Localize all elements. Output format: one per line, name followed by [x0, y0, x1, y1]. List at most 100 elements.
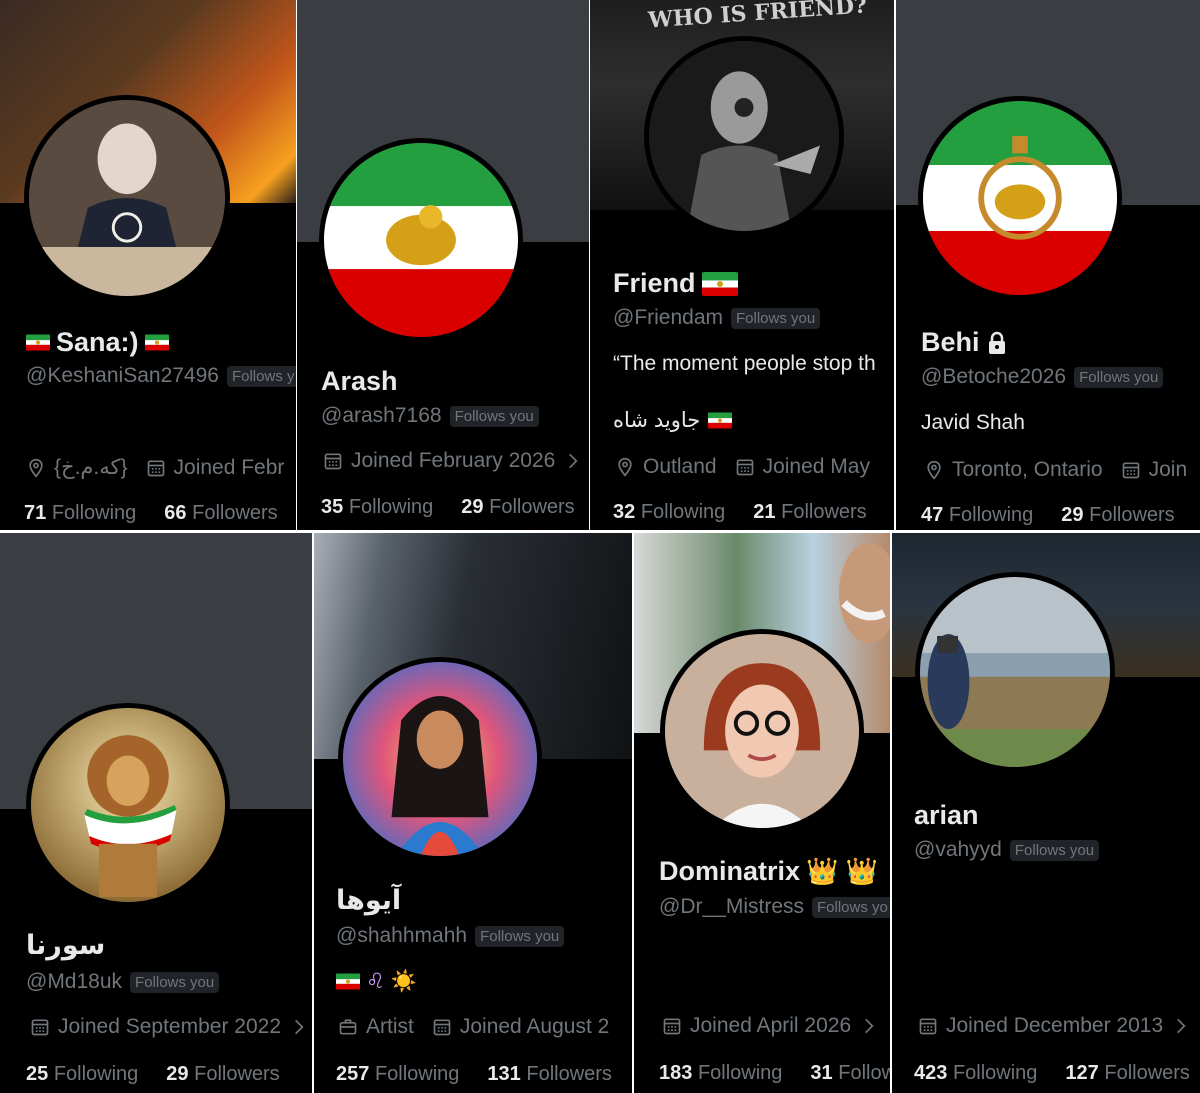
bio-persian-text: جاوید شاه: [613, 409, 701, 432]
profile-card-friend[interactable]: WHO IS FRIEND? Friend @Friendam Follows …: [590, 0, 894, 530]
joined-text: Join: [1148, 458, 1188, 481]
following-label: Following: [51, 502, 137, 524]
meta-row: Outland Joined May: [615, 455, 870, 479]
followers-count: 29: [1061, 504, 1084, 526]
chevron-right-icon[interactable]: [563, 451, 583, 471]
follows-you-badge: Follows yo: [812, 896, 890, 918]
handle-row: @KeshaniSan27496 Follows y: [26, 364, 296, 388]
followers-count: 29: [461, 496, 484, 518]
joined-text: Joined December 2013: [946, 1014, 1164, 1037]
followers-link[interactable]: 21 Followers: [753, 501, 866, 524]
handle[interactable]: @arash7168: [321, 404, 442, 428]
joined-date[interactable]: Joined December 2013: [918, 1014, 1191, 1038]
chevron-right-icon[interactable]: [289, 1017, 309, 1037]
avatar[interactable]: [660, 629, 864, 833]
grid-divider-vertical: [894, 0, 896, 530]
stats-row: 183 Following 31 Follow: [659, 1062, 890, 1085]
followers-label: Followers: [489, 496, 575, 518]
following-link[interactable]: 183 Following: [659, 1062, 782, 1085]
joined-text: Joined April 2026: [690, 1014, 852, 1037]
following-link[interactable]: 423 Following: [914, 1062, 1037, 1085]
location-pin-icon: [924, 460, 944, 480]
follows-you-badge: Follows you: [449, 405, 539, 427]
joined-text: Joined Febr: [173, 455, 285, 479]
followers-link[interactable]: 29 Followers: [1061, 504, 1174, 527]
handle[interactable]: @shahhmahh: [336, 924, 467, 948]
avatar[interactable]: [319, 138, 523, 342]
leo-zodiac-icon: ♌ ☀️: [366, 970, 417, 993]
meta-row: Joined September 2022: [30, 1015, 309, 1039]
handle[interactable]: @vahyyd: [914, 838, 1002, 862]
bio: Javid Shah: [921, 411, 1025, 434]
display-name: arian: [914, 800, 979, 831]
following-label: Following: [952, 1062, 1038, 1084]
profession: Artist: [338, 1015, 414, 1039]
handle[interactable]: @KeshaniSan27496: [26, 364, 219, 388]
followers-count: 127: [1065, 1062, 1099, 1084]
profile-card-sorna[interactable]: سورنا @Md18uk Follows you Joined Septemb…: [0, 533, 312, 1093]
followers-label: Followers: [1104, 1062, 1190, 1084]
followers-count: 131: [487, 1063, 521, 1085]
handle-row: @Dr__Mistress Follows yo: [659, 895, 890, 919]
meta-row: Joined February 2026: [323, 449, 583, 473]
joined-date[interactable]: Joined September 2022: [30, 1015, 309, 1039]
avatar[interactable]: [915, 572, 1115, 772]
follows-you-badge: Follows you: [130, 971, 220, 993]
followers-label: Followers: [526, 1063, 612, 1085]
avatar[interactable]: [918, 96, 1122, 300]
location-text: {که.م.خ}: [54, 456, 128, 479]
display-name: Dominatrix 👑 👑: [659, 856, 878, 887]
chevron-right-icon[interactable]: [1171, 1016, 1191, 1036]
briefcase-icon: [338, 1017, 358, 1037]
lock-icon: [988, 331, 1005, 354]
iran-lion-sun-flag-icon: [145, 334, 169, 351]
following-link[interactable]: 35 Following: [321, 496, 433, 519]
profile-card-sana[interactable]: Sana:) @KeshaniSan27496 Follows y {که.م.…: [0, 0, 296, 530]
following-label: Following: [640, 501, 726, 523]
joined-date[interactable]: Joined February 2026: [323, 449, 583, 473]
calendar-icon: [432, 1017, 452, 1037]
chevron-right-icon[interactable]: [859, 1016, 879, 1036]
handle[interactable]: @Betoche2026: [921, 365, 1066, 389]
following-link[interactable]: 257 Following: [336, 1063, 459, 1086]
profile-card-dominatrix[interactable]: Dominatrix 👑 👑 @Dr__Mistress Follows yo …: [634, 533, 890, 1093]
followers-label: Followers: [194, 1063, 280, 1085]
handle[interactable]: @Dr__Mistress: [659, 895, 804, 919]
calendar-icon: [30, 1017, 50, 1037]
joined-date: Joined Febr: [146, 455, 285, 480]
profile-card-ayooha[interactable]: آیوها @shahhmahh Follows you ♌ ☀️ Artist…: [314, 533, 632, 1093]
stats-row: 423 Following 127 Followers: [914, 1062, 1190, 1085]
location: Toronto, Ontario: [924, 458, 1103, 482]
display-name: Friend: [613, 268, 738, 299]
calendar-icon: [662, 1016, 682, 1036]
display-name-text: Behi: [921, 327, 980, 357]
followers-link[interactable]: 131 Followers: [487, 1063, 612, 1086]
display-name-text: Friend: [613, 268, 696, 298]
followers-link[interactable]: 127 Followers: [1065, 1062, 1190, 1085]
following-link[interactable]: 32 Following: [613, 501, 725, 524]
display-name-text: Sana:): [56, 327, 139, 357]
bio-emoji: ♌ ☀️: [336, 969, 417, 994]
avatar[interactable]: [338, 657, 542, 861]
followers-link[interactable]: 29 Followers: [461, 496, 574, 519]
avatar[interactable]: [644, 36, 844, 236]
following-link[interactable]: 47 Following: [921, 504, 1033, 527]
followers-label: Follow: [838, 1062, 890, 1084]
followers-link[interactable]: 66 Followers: [164, 502, 277, 525]
handle[interactable]: @Md18uk: [26, 970, 122, 994]
handle-row: @Betoche2026 Follows you: [921, 365, 1164, 389]
followers-link[interactable]: 29 Followers: [166, 1063, 279, 1086]
profile-card-arian[interactable]: arian @vahyyd Follows you Joined Decembe…: [892, 533, 1200, 1093]
profile-card-arash[interactable]: Arash @arash7168 Follows you Joined Febr…: [297, 0, 589, 530]
following-link[interactable]: 25 Following: [26, 1063, 138, 1086]
avatar[interactable]: [24, 95, 230, 301]
followers-label: Followers: [781, 501, 867, 523]
followers-link[interactable]: 31 Follow: [810, 1062, 890, 1085]
handle-row: @arash7168 Follows you: [321, 404, 539, 428]
calendar-icon: [323, 451, 343, 471]
following-link[interactable]: 71 Following: [24, 502, 136, 525]
joined-date[interactable]: Joined April 2026: [662, 1014, 879, 1038]
handle[interactable]: @Friendam: [613, 306, 723, 330]
avatar[interactable]: [26, 703, 230, 907]
profile-card-behi[interactable]: Behi @Betoche2026 Follows you Javid Shah…: [896, 0, 1200, 530]
